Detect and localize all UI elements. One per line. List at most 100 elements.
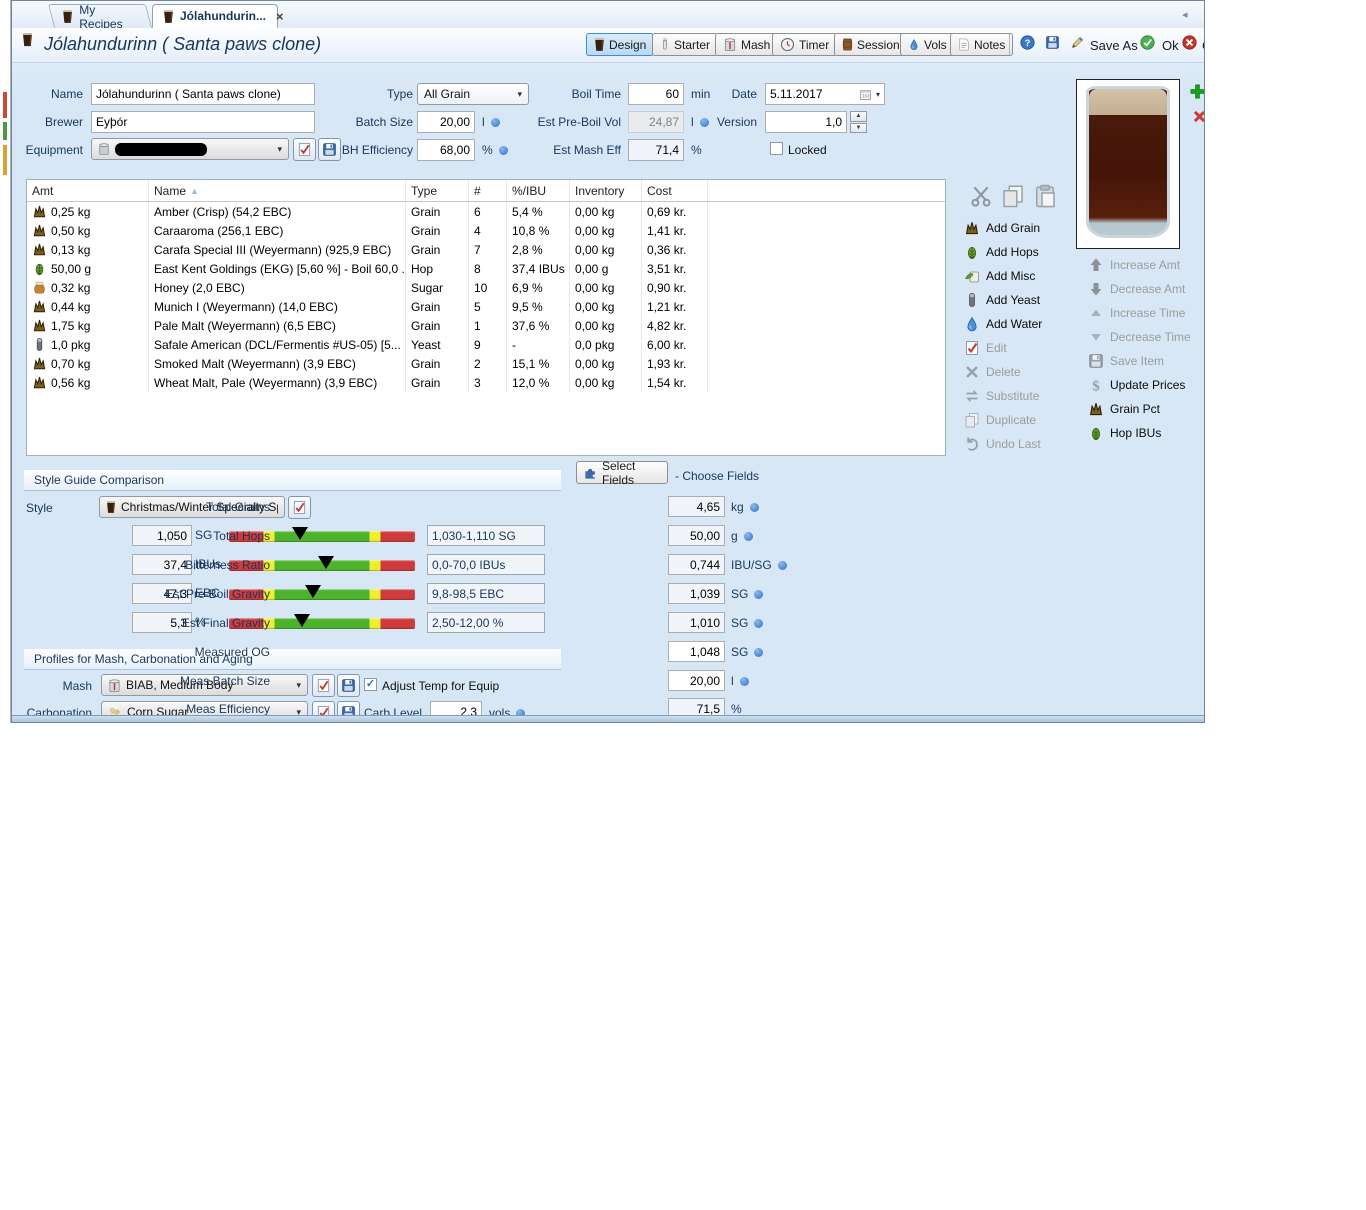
view-button-vols[interactable]: Vols: [900, 33, 955, 56]
ok-icon[interactable]: [1140, 35, 1155, 50]
col-header-num[interactable]: #: [469, 180, 507, 201]
table-row[interactable]: 50,00 g East Kent Goldings (EKG) [5,60 %]…: [27, 259, 945, 278]
version-spinner[interactable]: ▲ ▼: [850, 111, 867, 133]
cancel-button[interactable]: Ca: [1202, 38, 1204, 53]
bh-efficiency-input[interactable]: [417, 139, 475, 161]
grain-icon: [32, 318, 47, 333]
paste-icon[interactable]: [1033, 184, 1057, 208]
spinner-down-icon: ▼: [850, 122, 867, 133]
increase-time-button[interactable]: Increase Time: [1088, 305, 1185, 321]
version-input[interactable]: [765, 111, 847, 133]
col-header-filler: [708, 180, 945, 201]
increase-amt-button[interactable]: Increase Amt: [1088, 257, 1180, 273]
update-prices-button[interactable]: $ Update Prices: [1088, 377, 1185, 393]
est-mash-eff-label: Est Mash Eff: [553, 143, 621, 157]
hop-ibus-button[interactable]: Hop IBUs: [1088, 425, 1161, 441]
calendar-icon: [859, 88, 872, 101]
help-icon[interactable]: ?: [1020, 35, 1035, 50]
decrease-time-button[interactable]: Decrease Time: [1088, 329, 1191, 345]
grain-pct-button[interactable]: Grain Pct: [1088, 401, 1160, 417]
chevron-down-icon: ▾: [277, 143, 282, 154]
select-fields-button[interactable]: Select Fields: [576, 459, 668, 487]
table-row[interactable]: 0,50 kg Caraaroma (256,1 EBC) Grain 4 10,8 %…: [27, 221, 945, 240]
add-grain-button[interactable]: Add Grain: [964, 220, 1040, 236]
table-row[interactable]: 1,0 pkg Safale American (DCL/Fermentis #U…: [27, 335, 945, 354]
type-select[interactable]: All Grain ▾: [417, 83, 529, 105]
save-item-button[interactable]: Save Item: [1088, 353, 1164, 369]
col-header-pct[interactable]: %/IBU: [507, 180, 570, 201]
meas-batch-size-input[interactable]: [668, 670, 725, 691]
duplicate-button[interactable]: Duplicate: [964, 412, 1036, 428]
equipment-save-button[interactable]: [318, 138, 341, 161]
view-button-timer[interactable]: Timer: [772, 33, 838, 56]
table-row[interactable]: 0,32 kg Honey (2,0 EBC) Sugar 10 6,9 % 0,00 k…: [27, 278, 945, 297]
est-preboil-vol-label: Est Pre-Boil Vol: [537, 115, 621, 129]
col-header-amt[interactable]: Amt: [27, 180, 149, 201]
name-input[interactable]: [91, 83, 315, 105]
puzzle-icon: [584, 466, 598, 480]
est-preboil-vol-input: [628, 111, 684, 133]
clock-icon: [780, 37, 795, 52]
beer-mug-icon: [594, 37, 605, 52]
view-button-notes[interactable]: Notes: [950, 33, 1014, 56]
hop-icon: [1088, 425, 1104, 441]
tab-scroll-left-icon[interactable]: ◂: [1182, 8, 1194, 21]
add-hops-button[interactable]: Add Hops: [964, 244, 1039, 260]
substitute-button[interactable]: Substitute: [964, 388, 1039, 404]
view-button-starter[interactable]: Starter: [652, 33, 719, 56]
tab-my-recipes[interactable]: My Recipes: [48, 3, 152, 31]
add-misc-button[interactable]: Add Misc: [964, 268, 1035, 284]
table-row[interactable]: 0,56 kg Wheat Malt, Pale (Weyermann) (3,9…: [27, 373, 945, 392]
ok-button[interactable]: Ok: [1162, 38, 1179, 53]
cut-icon[interactable]: [969, 184, 993, 208]
save-as-button[interactable]: Save As: [1090, 38, 1138, 53]
equipment-dropdown[interactable]: ▾: [91, 138, 289, 160]
col-header-inventory[interactable]: Inventory: [570, 180, 642, 201]
decrease-amt-button[interactable]: Decrease Amt: [1088, 281, 1185, 297]
plus-icon[interactable]: [1189, 83, 1204, 100]
table-row[interactable]: 0,13 kg Carafa Special III (Weyermann) (9…: [27, 240, 945, 259]
total-grains-input: [668, 496, 725, 517]
col-header-name[interactable]: Name ▲: [149, 180, 406, 201]
stat-row: Bitterness Ratio IBU/SG: [12, 554, 812, 576]
delete-button[interactable]: Delete: [964, 364, 1021, 380]
view-button-design[interactable]: Design: [586, 33, 655, 56]
undo-last-button[interactable]: Undo Last: [964, 436, 1041, 452]
background-speck: [3, 145, 7, 175]
info-dot-icon: [777, 560, 787, 570]
x-red-icon[interactable]: [1191, 108, 1204, 125]
type-label: Type: [386, 87, 413, 101]
col-header-type[interactable]: Type: [406, 180, 469, 201]
tab-close-icon[interactable]: ×: [276, 9, 284, 24]
edit-button[interactable]: Edit: [964, 340, 1007, 356]
batch-size-input[interactable]: [417, 111, 475, 133]
table-row[interactable]: 0,70 kg Smoked Malt (Weyermann) (3,9 EBC)…: [27, 354, 945, 373]
table-row[interactable]: 1,75 kg Pale Malt (Weyermann) (6,5 EBC) Gr…: [27, 316, 945, 335]
boil-time-input[interactable]: [628, 83, 684, 105]
brewer-input[interactable]: [91, 111, 315, 133]
view-button-session[interactable]: Session: [834, 33, 908, 56]
view-button-mash[interactable]: Mash: [715, 33, 779, 56]
tab-recipe[interactable]: Jólahundurin... ×: [152, 4, 284, 28]
beer-foam: [1089, 89, 1167, 115]
table-row[interactable]: 0,44 kg Munich I (Weyermann) (14,0 EBC) Gr…: [27, 297, 945, 316]
col-header-cost[interactable]: Cost: [642, 180, 708, 201]
equipment-edit-button[interactable]: [293, 138, 316, 161]
copy-icon[interactable]: [1001, 184, 1025, 208]
grain-icon: [32, 204, 47, 219]
locked-checkbox[interactable]: [770, 142, 783, 155]
cancel-icon[interactable]: [1182, 35, 1197, 50]
beer-mug-icon: [62, 9, 73, 24]
beersmith-window: My Recipes Jólahundurin... × ◂ Jólahundu…: [11, 0, 1205, 723]
add-water-button[interactable]: Add Water: [964, 316, 1042, 332]
table-row[interactable]: 0,25 kg Amber (Crisp) (54,2 EBC) Grain 6 5,4…: [27, 202, 945, 221]
stat-row: Measured OG SG: [12, 641, 812, 663]
info-dot-icon: [754, 589, 764, 599]
stat-row: Meas Batch Size l: [12, 670, 812, 692]
measured-og-input[interactable]: [668, 641, 725, 662]
save-disk-icon[interactable]: [1045, 35, 1060, 50]
date-picker[interactable]: 5.11.2017 ▾: [765, 83, 885, 105]
add-yeast-button[interactable]: Add Yeast: [964, 292, 1040, 308]
beer-mug-icon: [20, 32, 35, 47]
pencil-icon[interactable]: [1070, 35, 1085, 50]
